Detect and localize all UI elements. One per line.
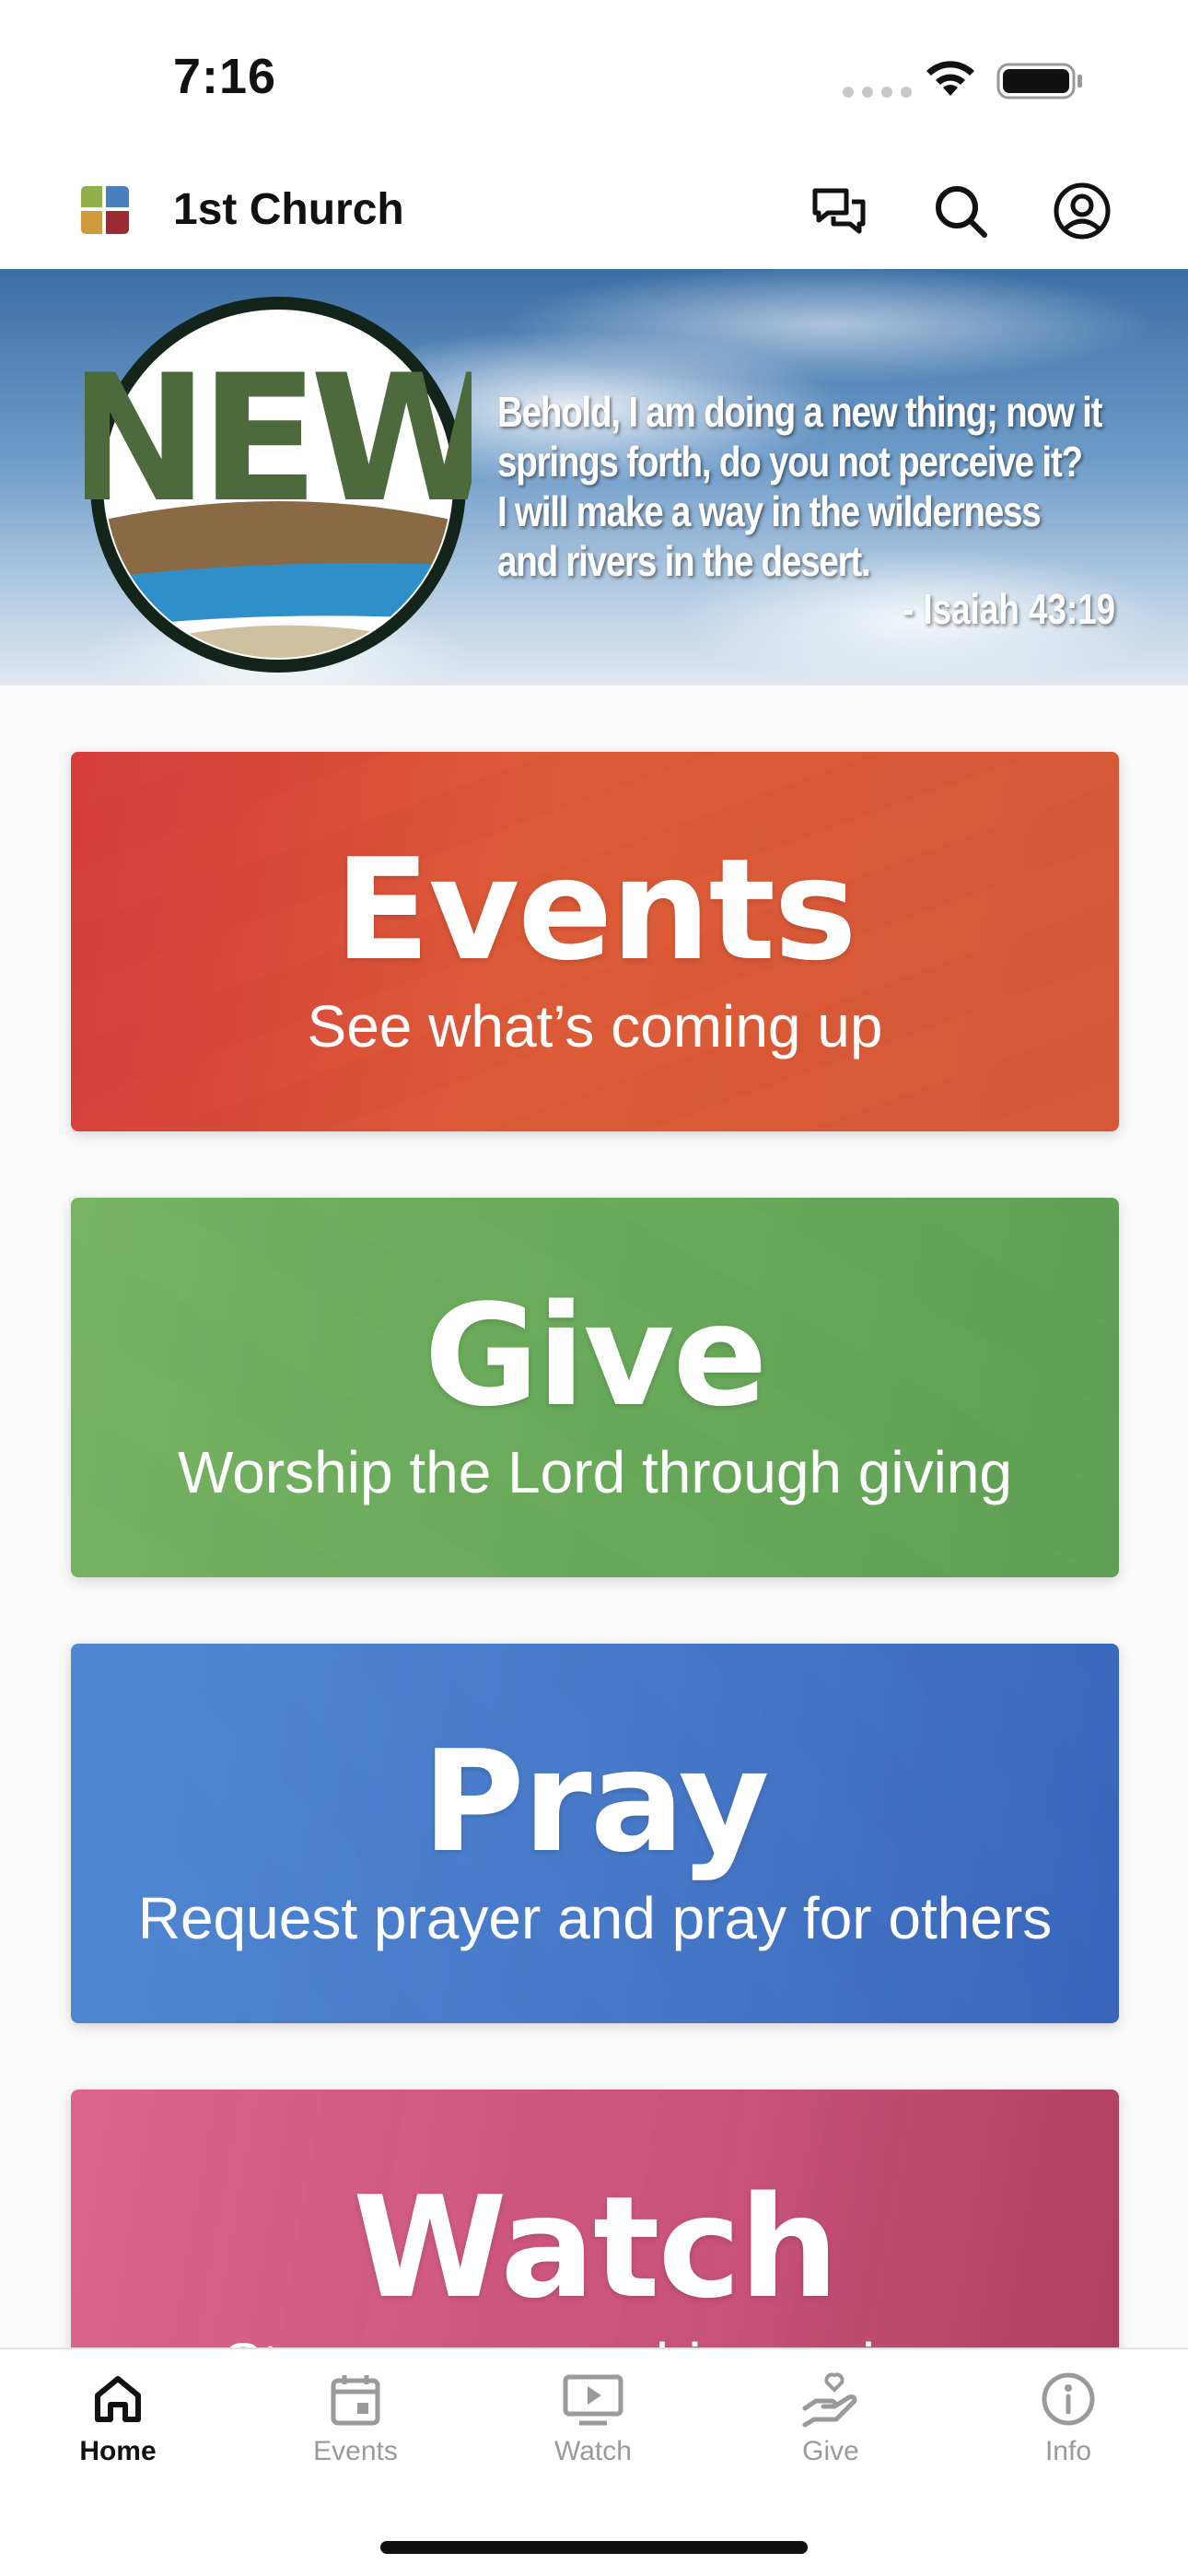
verse-text: Behold, I am doing a new thing; now it s… [497, 387, 1102, 586]
verse-line: and rivers in the desert. [497, 537, 871, 585]
card-subtitle: Worship the Lord through giving [177, 1439, 1013, 1505]
verse-line: springs forth, do you not perceive it? [497, 438, 1083, 486]
tab-label: Home [79, 2436, 157, 2466]
new-logo-badge: NEW [85, 297, 472, 673]
cellular-signal-icon [843, 87, 912, 98]
tab-label: Watch [554, 2436, 632, 2466]
card-subtitle: Stream our worship services [71, 2331, 1119, 2348]
pray-card[interactable]: Pray Request prayer and pray for others [71, 1644, 1119, 2023]
church-logo-icon [81, 186, 129, 234]
events-card[interactable]: Events See what’s coming up [71, 752, 1119, 1131]
tab-give[interactable]: Give [739, 2370, 923, 2499]
status-time: 7:16 [173, 49, 277, 104]
tab-events[interactable]: Events [263, 2370, 448, 2499]
tab-label: Events [313, 2436, 398, 2466]
hero-banner[interactable]: NEW Behold, I am doing a new thing; now … [0, 269, 1188, 685]
verse-line: I will make a way in the wilderness [497, 487, 1042, 535]
battery-icon [996, 63, 1082, 100]
verse-line: Behold, I am doing a new thing; now it [497, 388, 1102, 436]
info-icon [1042, 2372, 1095, 2426]
card-title: Pray [422, 1720, 769, 1883]
card-subtitle: See what’s coming up [307, 993, 883, 1060]
card-title: Events [334, 828, 856, 991]
chat-icon[interactable] [807, 179, 871, 243]
badge-text: NEW [85, 337, 472, 541]
wifi-icon [926, 61, 974, 96]
tab-label: Give [802, 2436, 859, 2466]
home-icon [95, 2376, 141, 2422]
give-card[interactable]: Give Worship the Lord through giving [71, 1198, 1119, 1577]
status-bar: 7:16 [0, 0, 1188, 157]
tab-watch[interactable]: Watch [501, 2370, 685, 2499]
app-title: 1st Church [173, 185, 404, 234]
tab-home[interactable]: Home [26, 2370, 210, 2499]
verse-reference: - Isaiah 43:19 [903, 585, 1116, 633]
watch-card[interactable]: Watch Stream our worship services [71, 2090, 1119, 2348]
calendar-icon [331, 2375, 380, 2426]
app-header: 1st Church [0, 157, 1188, 269]
tab-label: Info [1044, 2436, 1092, 2466]
profile-icon[interactable] [1050, 179, 1114, 243]
card-subtitle: Request prayer and pray for others [137, 1885, 1053, 1951]
tab-info[interactable]: Info [976, 2370, 1160, 2499]
card-title: Give [424, 1274, 767, 1437]
home-indicator[interactable] [380, 2541, 808, 2554]
card-title: Watch [353, 2166, 839, 2329]
search-icon[interactable] [928, 179, 993, 243]
home-feed[interactable]: Events See what’s coming up Give Worship… [0, 685, 1188, 2348]
give-icon [802, 2372, 857, 2428]
video-icon [563, 2374, 623, 2426]
